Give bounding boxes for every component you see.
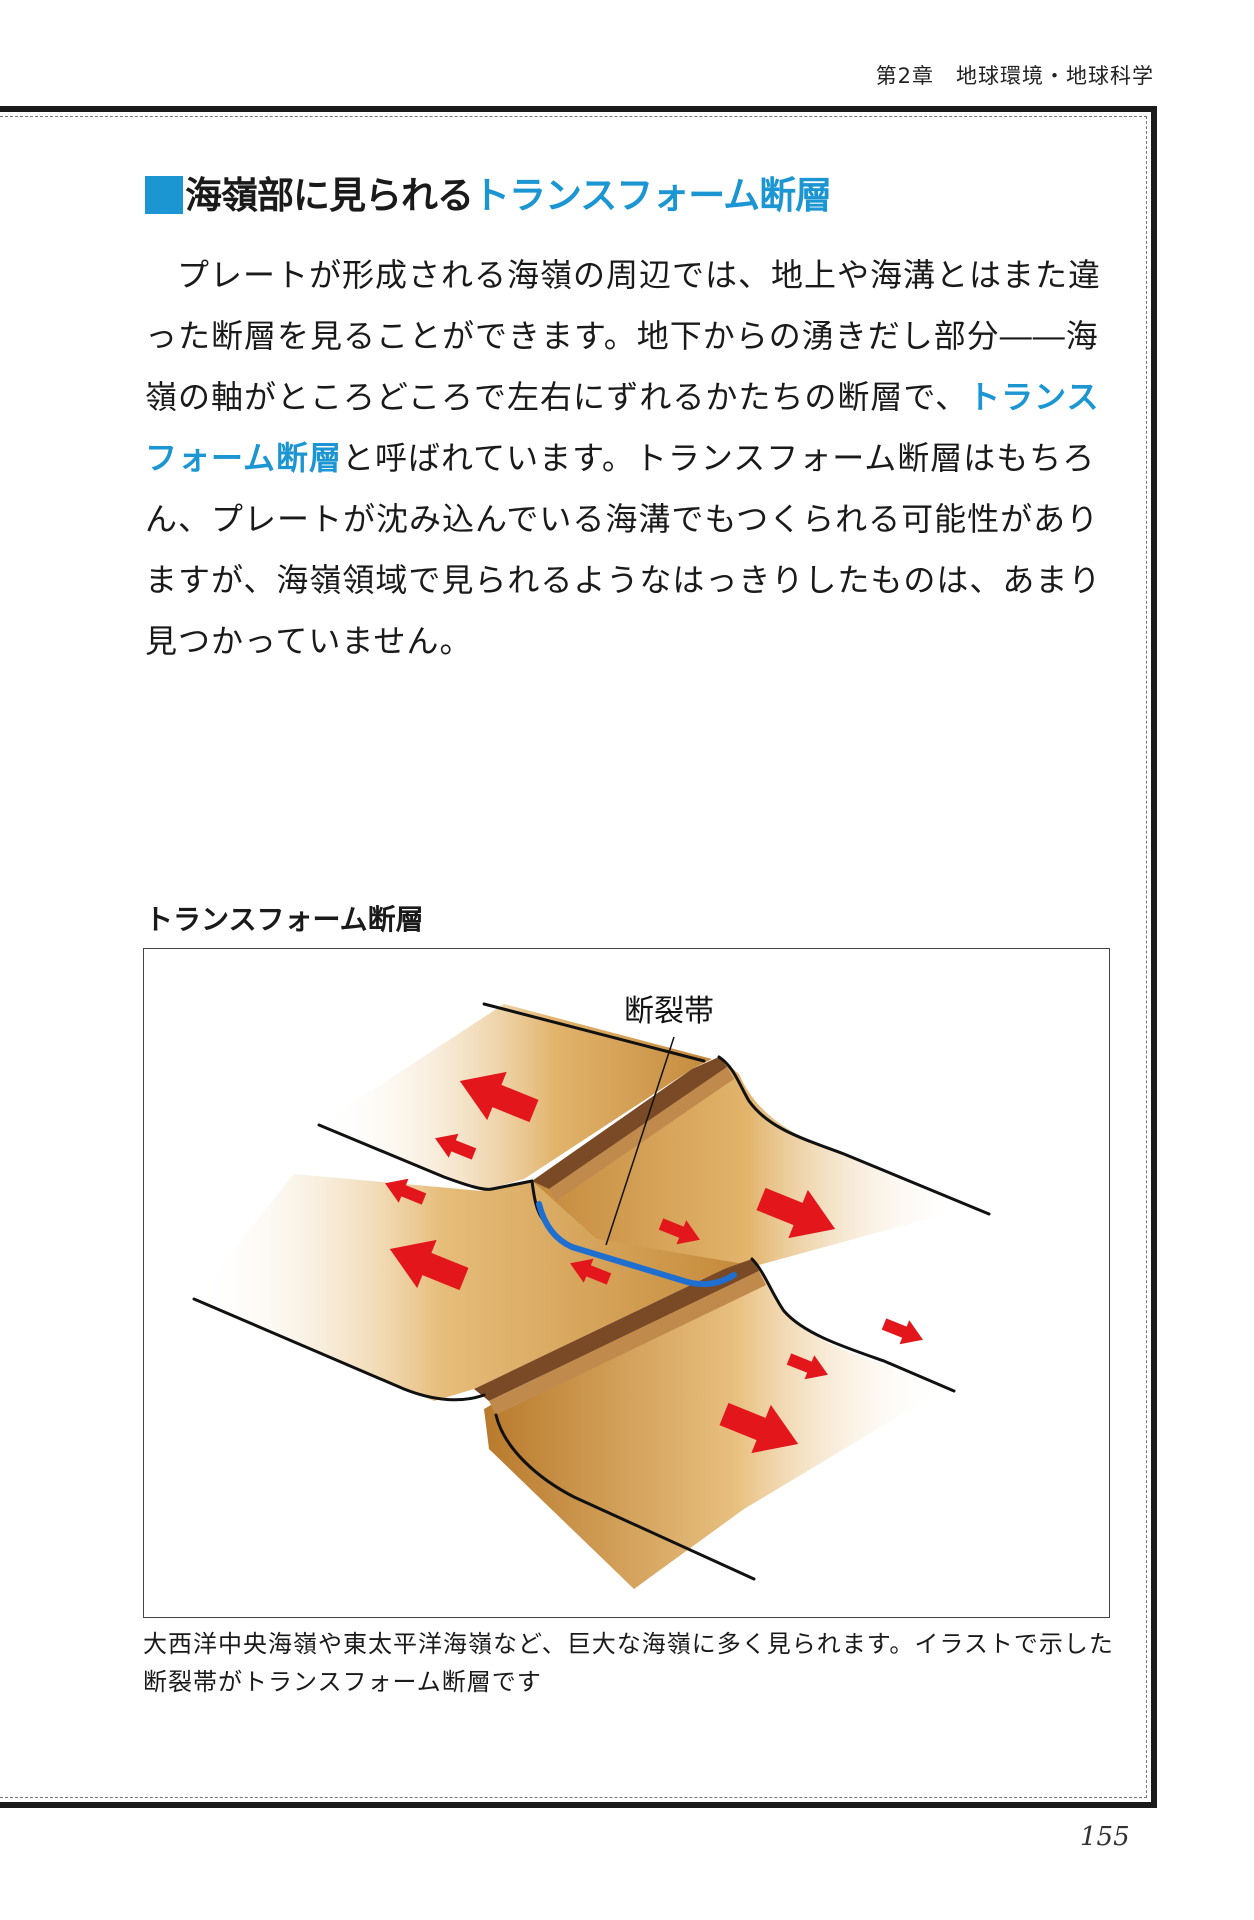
figure-illustration: 断裂帯	[143, 948, 1110, 1618]
transform-fault-diagram: 断裂帯	[192, 994, 991, 1589]
heading-square-icon	[145, 176, 183, 214]
fracture-zone-label: 断裂帯	[624, 994, 714, 1029]
heading-text: 海嶺部に見られる	[185, 174, 474, 217]
body-text-part1: プレートが形成される海嶺の周辺では、地上や海溝とはまた違った断層を見ることができ…	[145, 256, 1102, 416]
arrow-icon	[881, 1318, 923, 1345]
running-head: 第2章 地球環境・地球科学	[875, 64, 1154, 88]
page-number: 155	[1080, 1822, 1130, 1852]
body-paragraph: プレートが形成される海嶺の周辺では、地上や海溝とはまた違った断層を見ることができ…	[145, 245, 1115, 672]
heading-accent-text: トランスフォーム断層	[473, 174, 832, 217]
figure-caption: 大西洋中央海嶺や東太平洋海嶺など、巨大な海嶺に多く見られます。イラストで示した断…	[143, 1630, 1114, 1696]
figure-title: トランスフォーム断層	[145, 903, 424, 936]
section-heading: 海嶺部に見られるトランスフォーム断層	[145, 165, 832, 219]
